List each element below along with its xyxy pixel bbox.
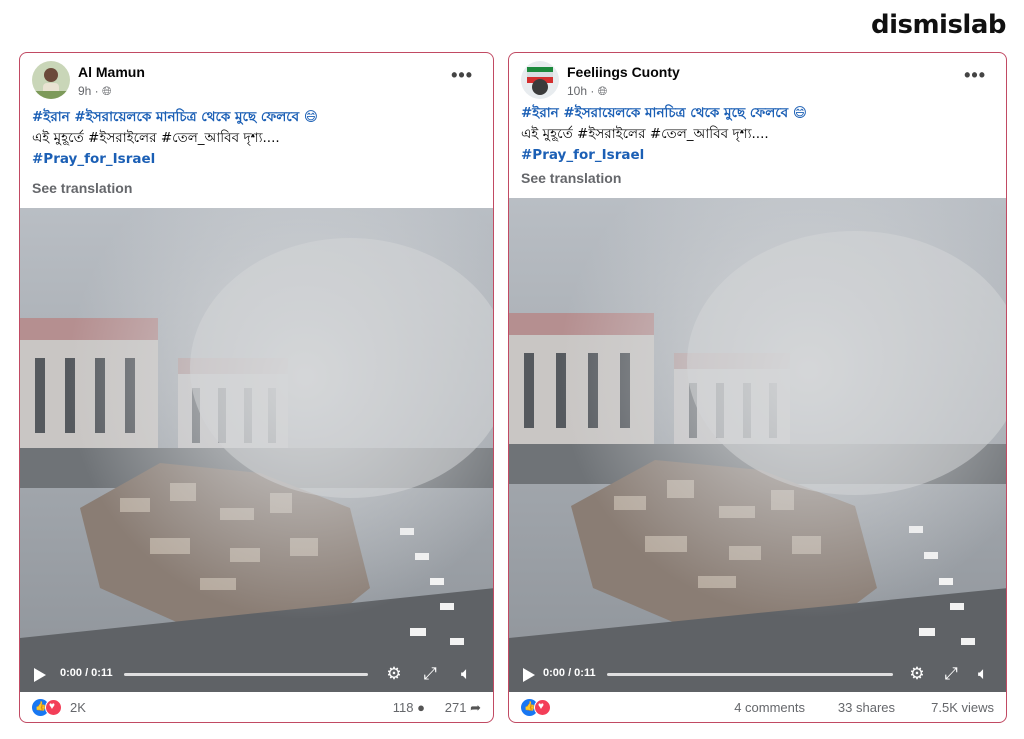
author-name[interactable]: Feeliings Cuonty bbox=[567, 64, 680, 80]
share-count[interactable]: 271 ➦ bbox=[445, 700, 481, 716]
video-player[interactable]: 0:00 / 0:11 ⚙ ⤢ 🔈︎ bbox=[509, 198, 1006, 692]
post-header: Al Mamun 9h · 🌐︎ ••• bbox=[32, 61, 481, 103]
settings-icon[interactable]: ⚙ bbox=[384, 664, 404, 684]
love-icon bbox=[45, 699, 62, 716]
comment-icon: ● bbox=[417, 700, 425, 715]
hashtag-link[interactable]: #Pray_for_Israel bbox=[521, 145, 994, 166]
post-line-1-text: #ইরান #ইসরায়েলকে মানচিত্র থেকে মুছে ফেল… bbox=[521, 105, 807, 121]
fullscreen-icon[interactable]: ⤢ bbox=[941, 664, 961, 684]
see-translation-link[interactable]: See translation bbox=[521, 170, 621, 186]
globe-icon: 🌐︎ bbox=[102, 84, 112, 98]
more-icon[interactable]: ••• bbox=[964, 65, 986, 86]
brand-logo: dismislab bbox=[870, 10, 1007, 40]
avatar[interactable] bbox=[521, 61, 559, 99]
share-count[interactable]: 33 shares bbox=[838, 700, 895, 715]
comment-count[interactable]: 4 comments bbox=[734, 700, 805, 715]
reactions-icons[interactable] bbox=[521, 699, 557, 717]
volume-icon[interactable]: 🔈︎ bbox=[456, 664, 476, 684]
love-icon bbox=[534, 699, 551, 716]
author-name[interactable]: Al Mamun bbox=[78, 64, 145, 80]
fullscreen-icon[interactable]: ⤢ bbox=[420, 664, 440, 684]
video-controls: 0:00 / 0:11 ⚙ ⤢ 🔈︎ bbox=[509, 658, 1006, 692]
post-line-1: #ইরান #ইসরায়েলকে মানচিত্র থেকে মুছে ফেল… bbox=[521, 103, 994, 124]
post-line-1: #ইরান #ইসরায়েলকে মানচিত্র থেকে মুছে ফেল… bbox=[32, 107, 481, 128]
play-icon[interactable] bbox=[34, 668, 46, 682]
post-time[interactable]: 10h · 🌐︎ bbox=[567, 84, 607, 99]
reaction-count[interactable]: 2K bbox=[70, 700, 86, 715]
post-line-1-text: #ইরান #ইসরায়েলকে মানচিত্র থেকে মুছে ফেল… bbox=[32, 109, 318, 125]
video-player[interactable]: 0:00 / 0:11 ⚙ ⤢ 🔈︎ bbox=[20, 208, 493, 692]
post-time-text: 9h · bbox=[78, 84, 103, 98]
video-time: 0:00 / 0:11 bbox=[543, 667, 596, 679]
post-footer: 4 comments 33 shares 7.5K views bbox=[521, 694, 994, 722]
play-icon[interactable] bbox=[523, 668, 535, 682]
post-footer: 2K 118 ● 271 ➦ bbox=[32, 694, 481, 722]
post-text: #ইরান #ইসরায়েলকে মানচিত্র থেকে মুছে ফেল… bbox=[32, 107, 481, 170]
video-frame bbox=[20, 208, 493, 692]
post-header: Feeliings Cuonty 10h · 🌐︎ ••• bbox=[521, 61, 994, 103]
post-line-2: এই মুহূর্তে #ইসরাইলের #তেল_আবিব দৃশ্য...… bbox=[32, 130, 280, 146]
see-translation-link[interactable]: See translation bbox=[32, 180, 132, 196]
post-time-text: 10h · bbox=[567, 84, 598, 98]
video-controls: 0:00 / 0:11 ⚙ ⤢ 🔈︎ bbox=[20, 658, 493, 692]
video-frame bbox=[509, 198, 1006, 692]
view-count[interactable]: 7.5K views bbox=[931, 700, 994, 715]
avatar[interactable] bbox=[32, 61, 70, 99]
share-icon: ➦ bbox=[470, 700, 481, 715]
share-count-text: 271 bbox=[444, 700, 467, 715]
globe-icon: 🌐︎ bbox=[597, 84, 608, 98]
video-time: 0:00 / 0:11 bbox=[60, 667, 113, 679]
post-line-2: এই মুহূর্তে #ইসরাইলের #তেল_আবিব দৃশ্য...… bbox=[521, 126, 769, 142]
video-progress-track[interactable] bbox=[607, 673, 893, 676]
comment-count[interactable]: 118 ● bbox=[393, 700, 425, 715]
hashtag-link[interactable]: #Pray_for_Israel bbox=[32, 149, 481, 170]
reactions-icons[interactable] bbox=[32, 699, 68, 717]
post-text: #ইরান #ইসরায়েলকে মানচিত্র থেকে মুছে ফেল… bbox=[521, 103, 994, 166]
facebook-post-right: Feeliings Cuonty 10h · 🌐︎ ••• #ইরান #ইসর… bbox=[508, 52, 1007, 723]
volume-icon[interactable]: 🔈︎ bbox=[973, 664, 993, 684]
settings-icon[interactable]: ⚙ bbox=[907, 664, 927, 684]
facebook-post-left: Al Mamun 9h · 🌐︎ ••• #ইরান #ইসরায়েলকে ম… bbox=[19, 52, 494, 723]
video-progress-track[interactable] bbox=[124, 673, 368, 676]
comment-count-text: 118 bbox=[392, 700, 414, 715]
more-icon[interactable]: ••• bbox=[451, 65, 473, 86]
post-time[interactable]: 9h · 🌐︎ bbox=[78, 84, 112, 99]
